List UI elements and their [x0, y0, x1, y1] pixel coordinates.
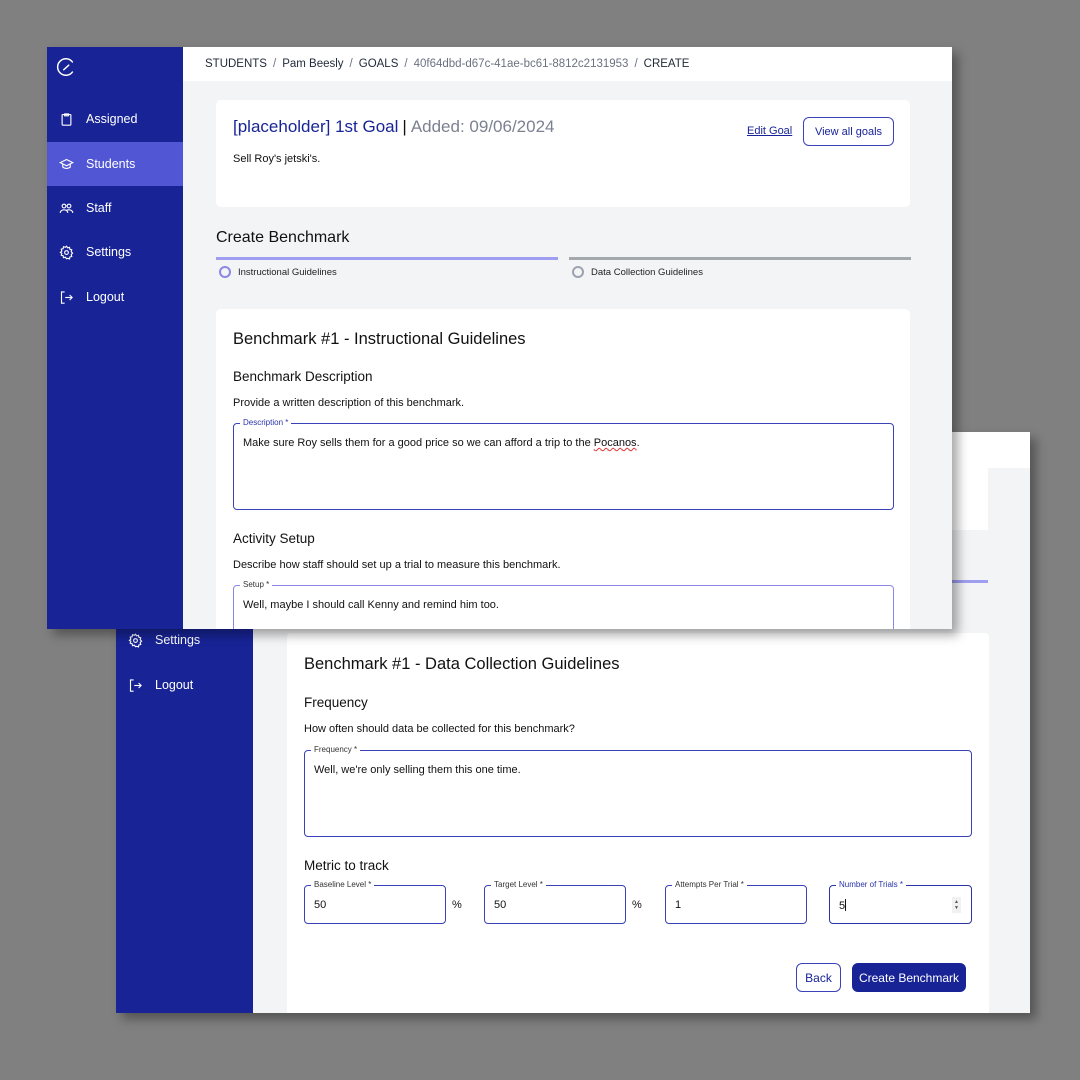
breadcrumb-student-name[interactable]: Pam Beesly — [282, 58, 343, 70]
setup-label: Setup * — [240, 580, 273, 590]
step-label: Instructional Guidelines — [238, 267, 337, 278]
sidebar-item-label: Settings — [86, 245, 132, 259]
description-text: Make sure Roy sells them for a good pric… — [243, 437, 594, 449]
step-data-collection-guidelines[interactable]: Data Collection Guidelines — [569, 257, 911, 287]
breadcrumb-goals[interactable]: GOALS — [359, 58, 399, 70]
goal-title: [placeholder] 1st Goal | Added: 09/06/2024 — [233, 117, 555, 137]
goal-title-divider: | — [402, 117, 407, 136]
spinner-down-icon[interactable]: ▼ — [954, 905, 959, 911]
description-heading: Benchmark Description — [233, 369, 373, 384]
target-level-label: Target Level * — [491, 880, 546, 890]
create-benchmark-heading: Create Benchmark — [216, 229, 350, 246]
sidebar-item-logout[interactable]: Logout — [116, 663, 253, 707]
text-caret — [845, 899, 847, 911]
breadcrumb-goal-id[interactable]: 40f64dbd-d67c-41ae-bc61-8812c2131953 — [414, 58, 629, 70]
step-instructional-guidelines[interactable]: Instructional Guidelines — [216, 257, 558, 287]
clipboard-icon — [58, 111, 74, 127]
step-indicator-icon — [219, 266, 231, 278]
logout-icon — [127, 677, 143, 693]
form-title: Benchmark #1 - Instructional Guidelines — [233, 330, 526, 348]
sidebar-item-assigned[interactable]: Assigned — [47, 97, 183, 141]
step-progress-line — [216, 257, 558, 260]
frequency-value: Well, we're only selling them this one t… — [314, 764, 521, 776]
goal-added-date: Added: 09/06/2024 — [410, 117, 555, 136]
activity-setup-help-text: Describe how staff should set up a trial… — [233, 559, 561, 571]
breadcrumb: STUDENTS / Pam Beesly / GOALS / 40f64dbd… — [183, 47, 952, 81]
metric-heading: Metric to track — [304, 858, 389, 873]
frequency-textarea[interactable]: Frequency * Well, we're only selling the… — [304, 745, 972, 837]
breadcrumb-separator: / — [404, 58, 408, 70]
gear-icon — [127, 632, 143, 648]
sidebar-item-logout[interactable]: Logout — [47, 275, 183, 319]
sidebar-item-label: Staff — [86, 201, 112, 215]
misspelled-word: Pocanos — [593, 437, 637, 449]
frequency-help-text: How often should data be collected for t… — [304, 723, 575, 735]
gear-icon — [58, 244, 74, 260]
sidebar-item-staff[interactable]: Staff — [47, 186, 183, 230]
breadcrumb-separator: / — [272, 58, 277, 70]
target-percent-suffix: % — [632, 899, 642, 911]
activity-setup-heading: Activity Setup — [233, 531, 315, 546]
step-indicator-icon — [572, 266, 584, 278]
view-all-goals-button[interactable]: View all goals — [803, 117, 894, 146]
logout-icon — [58, 289, 74, 305]
number-of-trials-input[interactable]: Number of Trials * 5 ▲ ▼ — [829, 880, 972, 924]
goal-card: [placeholder] 1st Goal | Added: 09/06/2024… — [216, 100, 910, 207]
instructional-form-card: Benchmark #1 - Instructional Guidelines … — [216, 309, 910, 629]
main-content: STUDENTS / Pam Beesly / GOALS / 40f64dbd… — [183, 47, 952, 629]
breadcrumb-create: CREATE — [643, 58, 690, 70]
sidebar-item-label: Students — [86, 157, 136, 171]
step-progress-line — [569, 257, 911, 260]
target-level-input[interactable]: Target Level * 50 — [484, 880, 626, 924]
window-instructional: Assigned Students Staff Settings Logout — [47, 47, 952, 629]
sidebar-item-students[interactable]: Students — [47, 142, 183, 186]
sidebar-item-label: Assigned — [86, 112, 138, 126]
frequency-heading: Frequency — [304, 695, 368, 710]
goal-name: [placeholder] 1st Goal — [233, 117, 399, 136]
form-title: Benchmark #1 - Data Collection Guideline… — [304, 655, 620, 673]
users-icon — [58, 200, 74, 216]
goal-description: Sell Roy's jetski's. — [233, 153, 321, 165]
setup-textarea[interactable]: Setup * Well, maybe I should call Kenny … — [233, 580, 894, 629]
description-value: Make sure Roy sells them for a good pric… — [243, 437, 640, 449]
number-of-trials-label: Number of Trials * — [836, 880, 907, 890]
create-benchmark-button[interactable]: Create Benchmark — [852, 963, 966, 992]
number-of-trials-value: 5 — [839, 899, 847, 912]
attempts-per-trial-label: Attempts Per Trial * — [672, 880, 747, 890]
sidebar-item-label: Settings — [155, 633, 201, 647]
sidebar-item-settings[interactable]: Settings — [47, 230, 183, 274]
gauge-icon — [56, 58, 74, 76]
setup-value: Well, maybe I should call Kenny and remi… — [243, 599, 499, 611]
baseline-level-label: Baseline Level * — [311, 880, 375, 890]
data-collection-form-card: Benchmark #1 - Data Collection Guideline… — [287, 633, 989, 1013]
edit-goal-link[interactable]: Edit Goal — [747, 125, 792, 137]
attempts-per-trial-value: 1 — [675, 899, 682, 911]
description-textarea[interactable]: Description * Make sure Roy sells them f… — [233, 418, 894, 510]
description-label: Description * — [240, 418, 292, 428]
baseline-level-value: 50 — [314, 899, 327, 911]
number-spinner[interactable]: ▲ ▼ — [952, 897, 961, 913]
target-level-value: 50 — [494, 899, 507, 911]
sidebar-item-label: Logout — [86, 290, 125, 304]
baseline-percent-suffix: % — [452, 899, 462, 911]
breadcrumb-separator: / — [349, 58, 353, 70]
attempts-per-trial-input[interactable]: Attempts Per Trial * 1 — [665, 880, 807, 924]
graduation-cap-icon — [58, 156, 74, 172]
sidebar: Assigned Students Staff Settings Logout — [47, 47, 183, 629]
sidebar-item-label: Logout — [155, 678, 194, 692]
description-text-end: . — [636, 437, 640, 449]
description-help-text: Provide a written description of this be… — [233, 397, 465, 409]
step-label: Data Collection Guidelines — [591, 267, 703, 278]
back-button[interactable]: Back — [796, 963, 841, 992]
baseline-level-input[interactable]: Baseline Level * 50 — [304, 880, 446, 924]
breadcrumb-separator: / — [634, 58, 638, 70]
frequency-label: Frequency * — [311, 745, 361, 755]
breadcrumb-students[interactable]: STUDENTS — [205, 58, 267, 70]
